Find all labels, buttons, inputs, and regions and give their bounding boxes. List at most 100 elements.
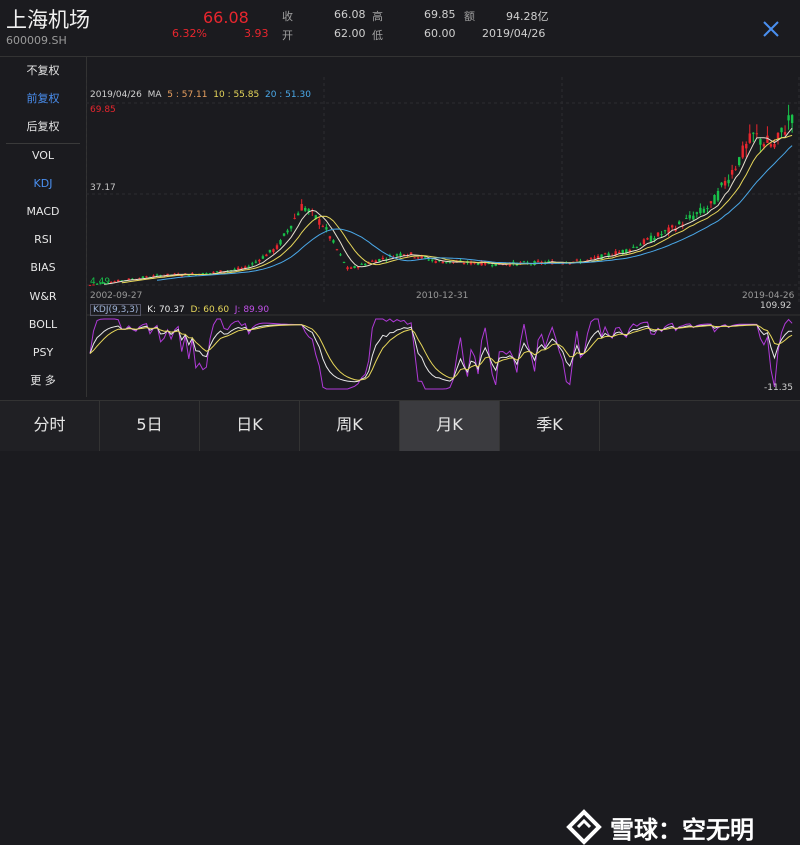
candle-body (378, 259, 381, 262)
tab-intraday[interactable]: 分时 (0, 401, 100, 451)
candle-body (282, 233, 286, 236)
x-mid-label: 2010-12-31 (416, 291, 469, 301)
low-value: 60.00 (424, 27, 456, 40)
indicator-macd[interactable]: MACD (0, 198, 86, 226)
option-no-adjust[interactable]: 不复权 (0, 57, 86, 85)
tab-daily-k[interactable]: 日K (200, 401, 300, 451)
candle-body (293, 217, 296, 219)
kline-chart[interactable]: 2019/04/26 MA 5 : 57.11 10 : 55.85 20 : … (86, 57, 800, 397)
period-tabs: 分时 5日 日K 周K 月K 季K 雪球：空无明 (0, 400, 800, 845)
kdj-title[interactable]: KDJ(9,3,3) (90, 304, 142, 316)
current-price: 66.08 (203, 8, 249, 27)
candle-body (286, 230, 289, 233)
candle-body (607, 253, 610, 257)
high-value: 69.85 (424, 8, 456, 21)
candle-body (748, 133, 751, 143)
candle-body (522, 261, 526, 263)
candle-body (776, 132, 780, 139)
candle-body (318, 219, 321, 225)
tab-weekly-k[interactable]: 周K (300, 401, 400, 451)
candle-body (663, 230, 667, 232)
option-backward-adjust[interactable]: 后复权 (0, 113, 86, 141)
candle-body (695, 212, 699, 214)
kdj-max-label: 109.92 (760, 301, 792, 311)
y-max-label: 69.85 (90, 105, 116, 115)
change-value: 3.93 (244, 27, 269, 40)
candle-body (755, 133, 759, 135)
candle-body (660, 234, 663, 236)
candle-body (589, 257, 593, 259)
candle-body (720, 182, 723, 186)
candle-body (759, 139, 762, 145)
ma-date: 2019/04/26 (90, 90, 142, 100)
candle-body (399, 253, 402, 256)
candle-body (349, 267, 353, 269)
indicator-kdj[interactable]: KDJ (0, 170, 86, 198)
tab-monthly-k[interactable]: 月K (400, 401, 500, 451)
indicator-more[interactable]: 更 多 (0, 367, 86, 395)
ma5-line (104, 127, 793, 285)
y-min-label: 4.49 (90, 277, 111, 287)
indicator-boll[interactable]: BOLL (0, 311, 86, 339)
indicator-bias[interactable]: BIAS (0, 254, 86, 282)
quote-date: 2019/04/26 (482, 27, 546, 40)
high-label: 高 (372, 10, 383, 23)
candle-body (635, 246, 639, 248)
candle-body (678, 221, 681, 225)
candle-body (685, 218, 688, 220)
candle-body (321, 225, 325, 227)
candle-body (441, 261, 445, 264)
candle-body (275, 245, 279, 249)
close-icon[interactable] (760, 18, 782, 40)
candle-body (236, 267, 240, 270)
candle-body (783, 132, 787, 135)
indicator-wr[interactable]: W&R (0, 283, 86, 311)
candle-body (364, 264, 367, 266)
candle-body (716, 190, 720, 201)
candle-body (713, 194, 716, 205)
candle-body (296, 213, 300, 216)
xueqiu-watermark: 雪球：空无明 (566, 809, 754, 845)
kdj-min-label: -11.35 (764, 383, 794, 393)
candle-body (639, 244, 642, 246)
candle-body (642, 239, 646, 245)
candlestick-series (88, 104, 794, 286)
candle-body (709, 201, 713, 204)
moving-average-lines (104, 127, 793, 285)
candle-body (737, 157, 741, 166)
candle-body (289, 225, 293, 229)
candle-body (416, 257, 420, 259)
candle-body (593, 257, 596, 259)
candle-body (741, 145, 744, 158)
ma10-line (121, 134, 793, 284)
candle-body (646, 238, 649, 240)
indicator-psy[interactable]: PSY (0, 339, 86, 367)
candle-body (268, 249, 272, 253)
candle-body (618, 251, 621, 253)
candle-body (339, 254, 342, 256)
candle-body (699, 207, 702, 214)
indicator-vol[interactable]: VOL (0, 142, 86, 170)
candle-body (261, 256, 265, 259)
x-end-label: 2019-04-26 (742, 291, 795, 301)
option-forward-adjust[interactable]: 前复权 (0, 85, 86, 113)
tab-quarterly-k[interactable]: 季K (500, 401, 600, 451)
chart-canvas[interactable] (86, 57, 800, 397)
candle-body (155, 274, 159, 276)
tab-5day[interactable]: 5日 (100, 401, 200, 451)
candle-body (353, 266, 356, 269)
kdj-legend: KDJ(9,3,3) K: 70.37 D: 60.60 J: 89.90 (90, 304, 269, 316)
indicator-rsi[interactable]: RSI (0, 226, 86, 254)
close-value: 66.08 (334, 8, 366, 21)
kdj-d-value: D: 60.60 (190, 305, 230, 315)
candle-body (632, 246, 635, 248)
kdj-d-line (89, 324, 793, 381)
candle-body (325, 227, 328, 230)
candle-body (265, 254, 268, 257)
candle-body (734, 168, 737, 170)
candle-body (762, 144, 766, 147)
low-label: 低 (372, 29, 383, 42)
candle-body (688, 215, 691, 219)
candle-body (603, 253, 607, 255)
candle-body (360, 263, 363, 265)
